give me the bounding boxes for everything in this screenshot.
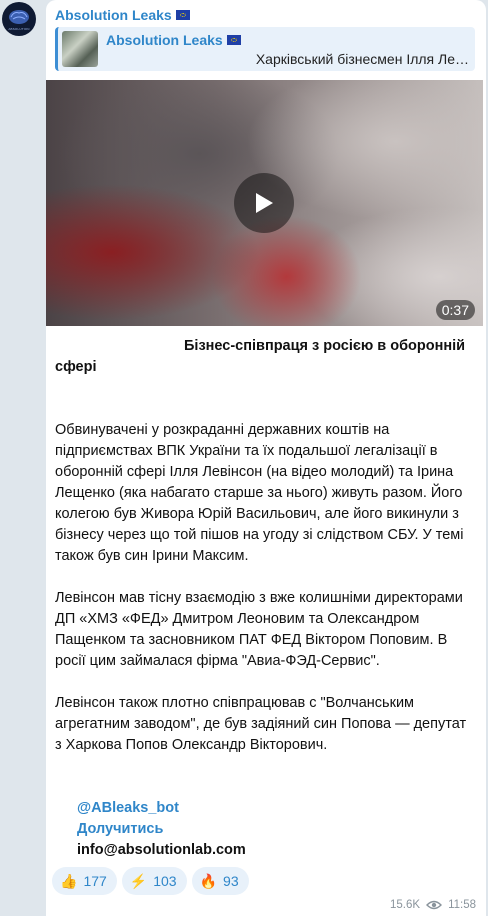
eu-flag-icon [226,35,241,45]
channel-avatar[interactable]: ABSOLUTION [2,2,36,36]
video-player[interactable]: 0:37 [46,80,483,326]
eu-flag-icon [175,10,190,20]
reply-name-text: Absolution Leaks [106,32,223,48]
message-bubble: Absolution Leaks Absolution Leaks Харків… [46,0,486,916]
reply-thumbnail [62,31,98,67]
email-text: info@absolutionlab.com [77,842,246,858]
bot-link[interactable]: @ABleaks_bot [77,800,179,816]
reply-text: Харківський бізнесмен Ілля Ле… [255,51,469,67]
post-paragraph: Левінсон також плотно співпрацював с "Во… [55,695,467,753]
reply-preview[interactable]: Absolution Leaks Харківський бізнесмен І… [55,27,475,71]
message-meta: 15.6K 11:58 [390,899,476,911]
post-paragraph: Левінсон мав тісну взаємодію з вже колиш… [55,590,463,669]
avatar-text: ABSOLUTION [8,27,30,31]
eye-icon [426,900,443,910]
play-icon [256,193,273,213]
lightning-icon: ⚡ [129,872,148,889]
join-link[interactable]: Долучитись [77,821,163,837]
post-heading: Бізнес-співпраця з росією в оборонній сф… [55,338,466,375]
reaction-count: 177 [83,873,107,889]
post-text: Бізнес-співпраця з росією в оборонній сф… [55,336,475,861]
reaction-thumbs-up[interactable]: 👍 177 [52,867,117,895]
reactions-bar: 👍 177 ⚡ 103 🔥 93 [52,867,249,895]
message-time: 11:58 [448,899,476,911]
reaction-fire[interactable]: 🔥 93 [191,867,249,895]
channel-name-text: Absolution Leaks [55,7,172,23]
post-paragraph: Обвинувачені у розкраданні державних кош… [55,422,464,564]
fire-icon: 🔥 [199,872,218,889]
thumbs-up-icon: 👍 [60,872,78,889]
reaction-count: 93 [223,873,239,889]
reply-channel-name: Absolution Leaks [106,32,241,48]
reaction-lightning[interactable]: ⚡ 103 [121,867,187,895]
view-count: 15.6K [390,899,421,911]
channel-name[interactable]: Absolution Leaks [55,7,190,23]
reaction-count: 103 [153,873,177,889]
play-button[interactable] [234,173,294,233]
video-duration: 0:37 [435,300,475,320]
